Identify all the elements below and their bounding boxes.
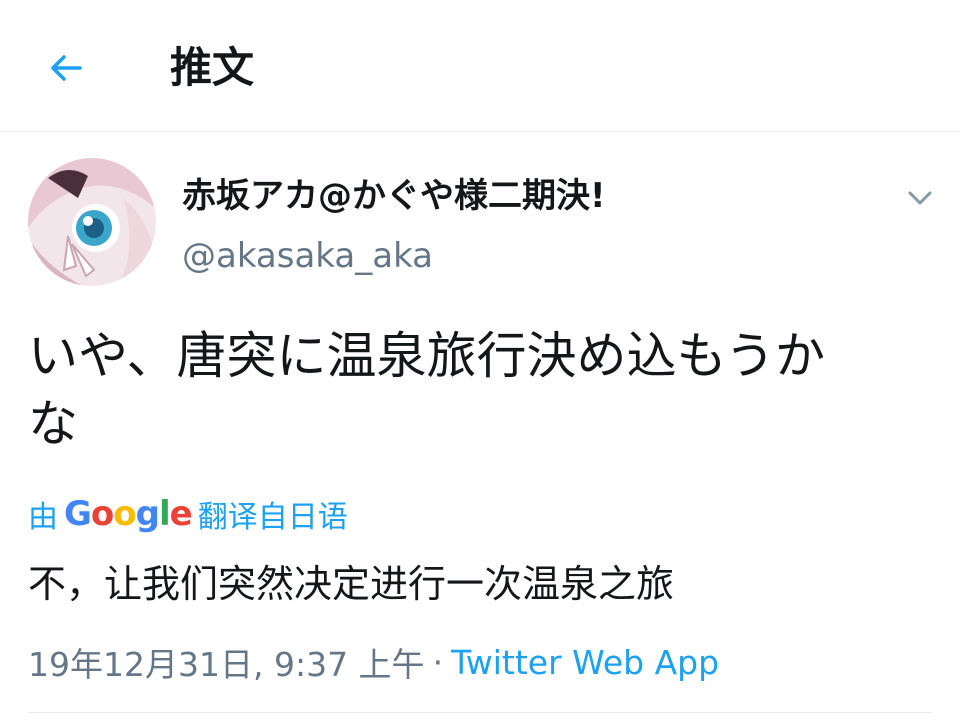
author-handle[interactable]: @akasaka_aka	[182, 232, 433, 280]
tweet-text: いや、唐突に温泉旅行決め込もうか な	[28, 322, 928, 458]
translate-attribution[interactable]: 由 Google 翻译自日语	[28, 490, 348, 538]
tweet-options-button[interactable]	[900, 178, 940, 218]
back-button[interactable]	[36, 40, 96, 96]
google-logo: Google	[64, 494, 193, 534]
tweet-text-line-2: な	[28, 395, 78, 453]
translate-prefix: 由	[28, 500, 58, 535]
avatar[interactable]	[28, 158, 156, 286]
translated-text: 不，让我们突然决定进行一次温泉之旅	[28, 562, 675, 606]
page-title: 推文	[170, 43, 255, 92]
tweet-meta: 19年12月31日, 9:37 上午 · Twitter Web App	[28, 636, 719, 688]
meta-separator: ·	[432, 642, 444, 682]
chevron-down-icon	[908, 191, 932, 205]
divider	[28, 712, 932, 713]
top-bar: 推文	[0, 0, 960, 132]
arrow-left-icon	[51, 55, 82, 81]
tweet-source-link[interactable]: Twitter Web App	[451, 643, 719, 682]
author-display-name[interactable]: 赤坂アカ@かぐや様二期決!	[182, 172, 606, 220]
tweet-text-line-1: いや、唐突に温泉旅行決め込もうか	[28, 327, 825, 385]
tweet-timestamp[interactable]: 19年12月31日, 9:37 上午	[28, 638, 425, 686]
translate-suffix: 翻译自日语	[197, 500, 348, 535]
